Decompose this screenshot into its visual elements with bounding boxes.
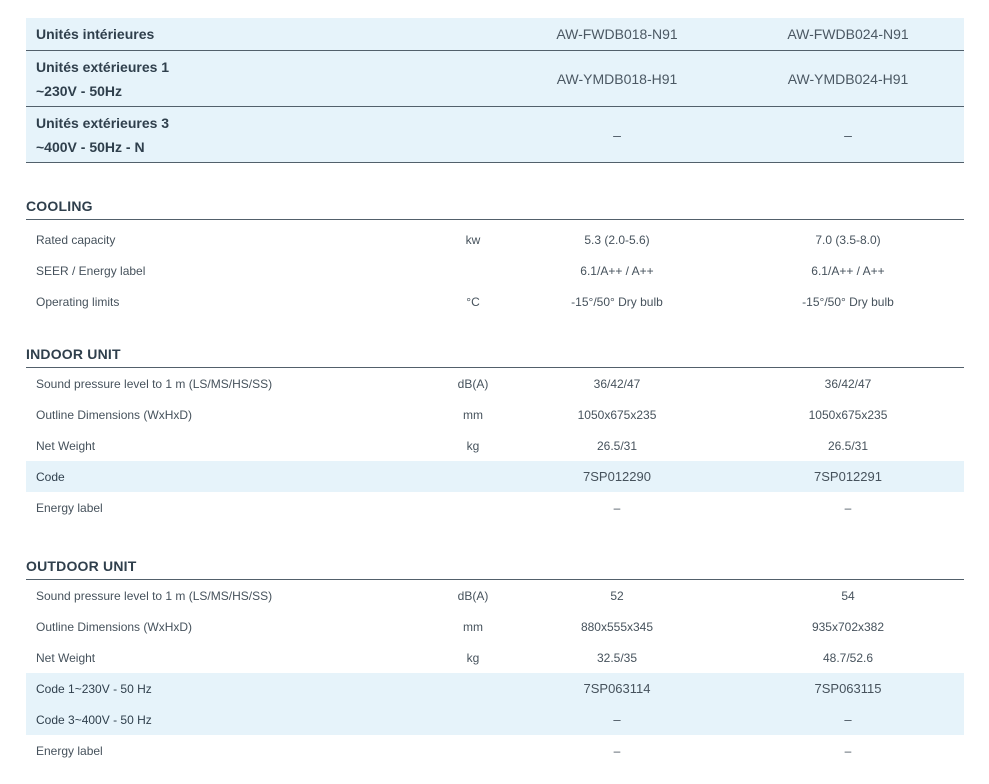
header-row-indoor-units: Unités intérieures AW-FWDB018-N91 AW-FWD… — [26, 18, 964, 51]
table-row: Energy label – – — [26, 492, 964, 523]
row-value-2: 7SP012291 — [814, 469, 882, 484]
table-row: Sound pressure level to 1 m (LS/MS/HS/SS… — [26, 580, 964, 611]
outdoor-units-3-label: Unités extérieures 3 ~400V - 50Hz - N — [26, 111, 444, 159]
spec-table: Unités intérieures AW-FWDB018-N91 AW-FWD… — [26, 18, 964, 766]
row-label: Energy label — [36, 500, 103, 515]
outdoor-units-1-label: Unités extérieures 1 ~230V - 50Hz — [26, 55, 444, 103]
row-unit: dB(A) — [457, 588, 489, 603]
row-label: Energy label — [36, 743, 103, 758]
outdoor-units-3-voltage: ~400V - 50Hz - N — [36, 138, 145, 155]
row-unit: kw — [465, 232, 481, 247]
row-value-1: 1050x675x235 — [577, 407, 657, 422]
row-value-2: 36/42/47 — [824, 376, 872, 391]
table-row: Outline Dimensions (WxHxD) mm 1050x675x2… — [26, 399, 964, 430]
row-label: Rated capacity — [36, 232, 116, 247]
row-value-2: -15°/50° Dry bulb — [802, 294, 894, 309]
row-label: Outline Dimensions (WxHxD) — [36, 619, 193, 634]
row-value-2: 935x702x382 — [811, 619, 885, 634]
table-row-highlighted: Code 1~230V - 50 Hz 7SP063114 7SP063115 — [26, 673, 964, 704]
row-value-1: 7SP063114 — [583, 681, 651, 696]
table-row-highlighted: Code 3~400V - 50 Hz – – — [26, 704, 964, 735]
table-row: Rated capacity kw 5.3 (2.0-5.6) 7.0 (3.5… — [26, 224, 964, 255]
row-label: Sound pressure level to 1 m (LS/MS/HS/SS… — [36, 376, 273, 391]
table-row: Net Weight kg 26.5/31 26.5/31 — [26, 430, 964, 461]
row-value-2: – — [844, 743, 852, 758]
header-row-outdoor-units-1: Unités extérieures 1 ~230V - 50Hz AW-YMD… — [26, 51, 964, 107]
row-value-1: 26.5/31 — [596, 438, 638, 453]
row-value-1: 880x555x345 — [580, 619, 654, 634]
row-label: Code 3~400V - 50 Hz — [36, 712, 152, 727]
header-row-outdoor-units-3: Unités extérieures 3 ~400V - 50Hz - N – … — [26, 107, 964, 163]
row-value-2: 7SP063115 — [814, 681, 882, 696]
outdoor1-model-1: AW-YMDB018-H91 — [556, 70, 678, 87]
indoor-model-2: AW-FWDB024-N91 — [787, 26, 909, 42]
row-value-2: 54 — [841, 588, 855, 603]
row-value-1: 6.1/A++ / A++ — [580, 263, 654, 278]
section-title-cooling: COOLING — [26, 197, 964, 220]
section-title-outdoor-unit: OUTDOOR UNIT — [26, 557, 964, 580]
row-label: SEER / Energy label — [36, 263, 146, 278]
row-label: Net Weight — [36, 438, 96, 453]
row-unit: mm — [463, 619, 483, 634]
row-value-1: 7SP012290 — [583, 469, 651, 484]
row-value-2: 6.1/A++ / A++ — [811, 263, 885, 278]
row-value-1: 52 — [610, 588, 624, 603]
row-value-1: – — [613, 500, 621, 515]
row-unit: kg — [466, 650, 480, 665]
row-value-2: 26.5/31 — [827, 438, 869, 453]
row-value-1: 5.3 (2.0-5.6) — [584, 232, 650, 247]
row-value-2: 1050x675x235 — [808, 407, 888, 422]
row-value-1: – — [613, 712, 621, 727]
outdoor1-model-2: AW-YMDB024-H91 — [787, 70, 909, 87]
indoor-units-label: Unités intérieures — [36, 26, 155, 42]
table-row: Operating limits °C -15°/50° Dry bulb -1… — [26, 286, 964, 317]
row-value-2: 48.7/52.6 — [822, 650, 874, 665]
outdoor3-model-2: – — [844, 126, 852, 143]
row-unit: °C — [466, 294, 480, 309]
row-label: Operating limits — [36, 294, 120, 309]
row-value-2: – — [844, 712, 852, 727]
row-value-1: -15°/50° Dry bulb — [571, 294, 663, 309]
row-unit: dB(A) — [457, 376, 489, 391]
row-value-2: – — [844, 500, 852, 515]
indoor-model-1: AW-FWDB018-N91 — [556, 26, 678, 42]
row-label: Code — [36, 469, 65, 484]
row-unit: kg — [466, 438, 480, 453]
outdoor3-model-1: – — [613, 126, 621, 143]
row-label: Code 1~230V - 50 Hz — [36, 681, 152, 696]
row-value-2: 7.0 (3.5-8.0) — [815, 232, 881, 247]
table-row: Sound pressure level to 1 m (LS/MS/HS/SS… — [26, 368, 964, 399]
table-row: Net Weight kg 32.5/35 48.7/52.6 — [26, 642, 964, 673]
row-value-1: 32.5/35 — [596, 650, 638, 665]
row-value-1: 36/42/47 — [593, 376, 641, 391]
section-title-indoor-unit: INDOOR UNIT — [26, 345, 964, 368]
table-row-highlighted: Code 7SP012290 7SP012291 — [26, 461, 964, 492]
table-row: Energy label – – — [26, 735, 964, 766]
outdoor-units-3-title: Unités extérieures 3 — [36, 114, 170, 131]
row-label: Net Weight — [36, 650, 96, 665]
row-label: Outline Dimensions (WxHxD) — [36, 407, 193, 422]
row-label: Sound pressure level to 1 m (LS/MS/HS/SS… — [36, 588, 273, 603]
outdoor-units-1-voltage: ~230V - 50Hz — [36, 82, 122, 99]
row-unit: mm — [463, 407, 483, 422]
outdoor-units-1-title: Unités extérieures 1 — [36, 58, 170, 75]
table-row: Outline Dimensions (WxHxD) mm 880x555x34… — [26, 611, 964, 642]
row-value-1: – — [613, 743, 621, 758]
table-row: SEER / Energy label 6.1/A++ / A++ 6.1/A+… — [26, 255, 964, 286]
